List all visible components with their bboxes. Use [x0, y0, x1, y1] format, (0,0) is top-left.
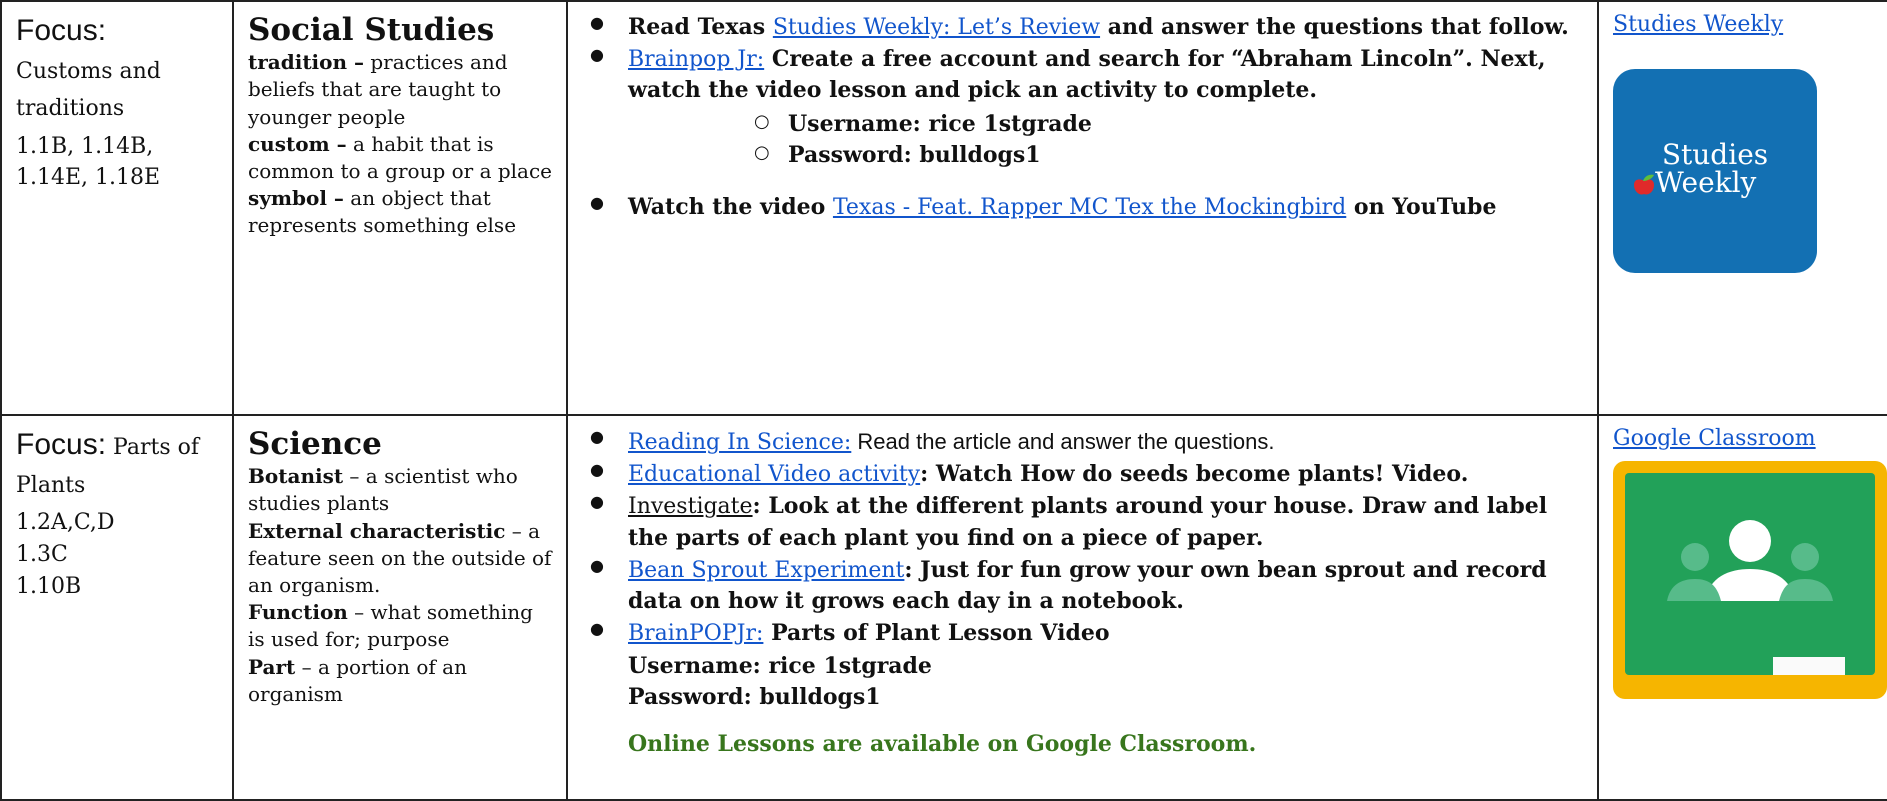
login-list: Username: rice 1stgrade Password: bulldo… — [628, 109, 1583, 171]
educational-video-link[interactable]: Educational Video activity — [628, 462, 920, 487]
vocab-term: tradition – — [248, 50, 364, 75]
chalkboard — [1625, 473, 1875, 675]
vocab-list: Botanist – a scientist who studies plant… — [248, 463, 552, 708]
vocab-item: Botanist – a scientist who studies plant… — [248, 463, 552, 517]
studies-weekly-logo[interactable]: Studies Weekly — [1613, 69, 1817, 273]
focus-cell: Focus: Customs and traditions 1.1B, 1.14… — [0, 0, 234, 416]
brainpop-jr-link[interactable]: Brainpop Jr: — [628, 47, 764, 72]
username-item: Username: rice 1stgrade — [628, 652, 932, 679]
vocab-item: External characteristic – a feature seen… — [248, 518, 552, 600]
studies-weekly-link[interactable]: Studies Weekly — [1613, 12, 1783, 37]
lesson-table: Focus: Customs and traditions 1.1B, 1.14… — [0, 0, 1887, 801]
vocab-term: External characteristic — [248, 518, 506, 543]
vocab-cell: Science Botanist – a scientist who studi… — [232, 414, 568, 801]
people-icon — [1667, 520, 1833, 601]
brainpopjr-link[interactable]: BrainPOPJr: — [628, 621, 763, 646]
task-item: Educational Video activity: Watch How do… — [582, 459, 1583, 490]
subject-title: Science — [248, 426, 382, 462]
task-item: Investigate: Look at the different plant… — [582, 491, 1583, 553]
task-item: Bean Sprout Experiment: Just for fun gro… — [582, 555, 1583, 617]
bean-sprout-link[interactable]: Bean Sprout Experiment — [628, 558, 904, 583]
online-lessons-note: Online Lessons are available on Google C… — [628, 731, 1257, 758]
vocab-term: Botanist — [248, 464, 344, 489]
vocab-list: tradition – practices and beliefs that a… — [248, 49, 552, 239]
vocab-item: Function – what something is used for; p… — [248, 599, 552, 653]
reading-in-science-link[interactable]: Reading In Science: — [628, 430, 851, 455]
texas-video-link[interactable]: Texas - Feat. Rapper MC Tex the Mockingb… — [833, 195, 1346, 220]
task-list: Read Texas Studies Weekly: Let’s Review … — [582, 12, 1583, 223]
task-item: Read Texas Studies Weekly: Let’s Review … — [582, 12, 1583, 43]
studies-weekly-review-link[interactable]: Studies Weekly: Let’s Review — [773, 15, 1100, 40]
row-social-studies: Focus: Customs and traditions 1.1B, 1.14… — [0, 0, 1887, 416]
vocab-term: symbol – — [248, 186, 344, 211]
focus-label: Focus: — [16, 428, 107, 461]
task-list: Reading In Science: Read the article and… — [582, 426, 1583, 650]
eraser — [1773, 657, 1845, 675]
focus-label: Focus: — [16, 14, 107, 47]
standards: 1.2A,C,D 1.3C 1.10B — [16, 510, 115, 599]
task-item: Brainpop Jr: Create a free account and s… — [582, 44, 1583, 191]
row-science: Focus: Parts of Plants 1.2A,C,D 1.3C 1.1… — [0, 414, 1887, 801]
task-item: Reading In Science: Read the article and… — [582, 426, 1583, 458]
username-item: Username: rice 1stgrade — [628, 109, 1583, 140]
apple-icon — [1634, 174, 1654, 195]
focus-cell: Focus: Parts of Plants 1.2A,C,D 1.3C 1.1… — [0, 414, 234, 801]
resource-cell: Studies Weekly Studies Weekly — [1597, 0, 1887, 416]
vocab-term: Function — [248, 600, 348, 625]
vocab-term: Part — [248, 654, 296, 679]
standards: 1.1B, 1.14B, 1.14E, 1.18E — [16, 133, 161, 191]
tasks-cell: Reading In Science: Read the article and… — [566, 414, 1599, 801]
logo-text-weekly: Weekly — [1655, 166, 1757, 199]
vocab-item: symbol – an object that represents somet… — [248, 185, 552, 239]
task-item: Watch the video Texas - Feat. Rapper MC … — [582, 192, 1583, 223]
focus-topic: Customs and traditions — [16, 58, 161, 122]
subject-title: Social Studies — [248, 12, 495, 48]
vocab-term: custom – — [248, 131, 347, 156]
logo-text-studies: Studies — [1661, 138, 1769, 171]
resource-cell: Google Classroom — [1597, 414, 1887, 801]
password-item: Password: bulldogs1 — [628, 140, 1583, 171]
password-item: Password: bulldogs1 — [628, 683, 881, 710]
vocab-item: Part – a portion of an organism — [248, 654, 552, 708]
investigate-label: Investigate — [628, 494, 753, 520]
google-classroom-logo[interactable] — [1613, 461, 1887, 699]
vocab-item: custom – a habit that is common to a gro… — [248, 131, 552, 185]
tasks-cell: Read Texas Studies Weekly: Let’s Review … — [566, 0, 1599, 416]
vocab-cell: Social Studies tradition – practices and… — [232, 0, 568, 416]
task-item: BrainPOPJr: Parts of Plant Lesson Video — [582, 618, 1583, 649]
login-info: Username: rice 1stgrade Password: bulldo… — [582, 651, 1583, 713]
google-classroom-link[interactable]: Google Classroom — [1613, 426, 1816, 451]
vocab-item: tradition – practices and beliefs that a… — [248, 49, 552, 131]
